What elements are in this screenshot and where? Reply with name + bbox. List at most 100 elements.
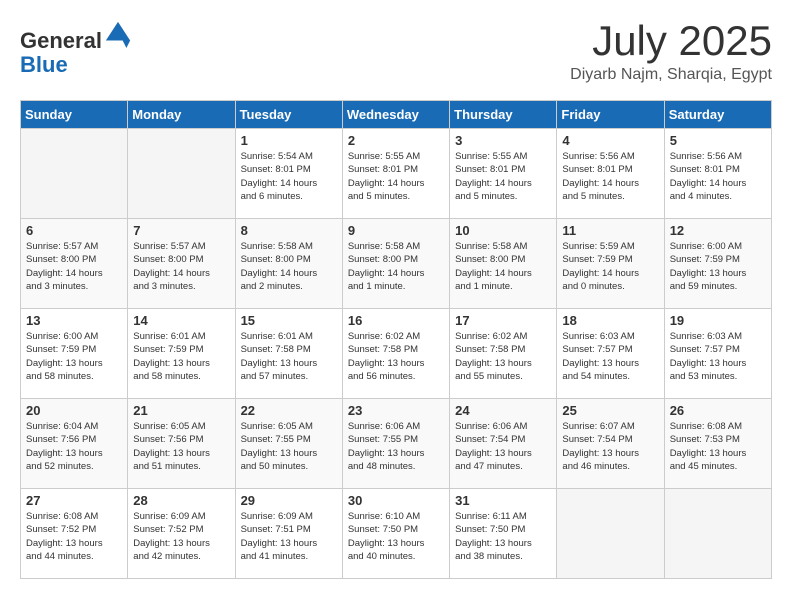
day-info: Sunrise: 6:04 AM Sunset: 7:56 PM Dayligh… (26, 420, 122, 473)
title-block: July 2025 Diyarb Najm, Sharqia, Egypt (570, 20, 772, 84)
weekday-header: Tuesday (235, 101, 342, 129)
day-info: Sunrise: 6:09 AM Sunset: 7:52 PM Dayligh… (133, 510, 229, 563)
day-number: 27 (26, 493, 122, 508)
day-number: 17 (455, 313, 551, 328)
calendar-week-row: 20 Sunrise: 6:04 AM Sunset: 7:56 PM Dayli… (21, 399, 772, 489)
calendar-cell: 7 Sunrise: 5:57 AM Sunset: 8:00 PM Daylig… (128, 219, 235, 309)
day-number: 24 (455, 403, 551, 418)
day-info: Sunrise: 6:09 AM Sunset: 7:51 PM Dayligh… (241, 510, 337, 563)
day-info: Sunrise: 6:08 AM Sunset: 7:53 PM Dayligh… (670, 420, 766, 473)
day-number: 1 (241, 133, 337, 148)
day-info: Sunrise: 5:57 AM Sunset: 8:00 PM Dayligh… (133, 240, 229, 293)
day-number: 29 (241, 493, 337, 508)
day-number: 13 (26, 313, 122, 328)
day-number: 7 (133, 223, 229, 238)
location: Diyarb Najm, Sharqia, Egypt (570, 66, 772, 84)
calendar-cell: 20 Sunrise: 6:04 AM Sunset: 7:56 PM Dayli… (21, 399, 128, 489)
calendar-cell: 21 Sunrise: 6:05 AM Sunset: 7:56 PM Dayli… (128, 399, 235, 489)
calendar-cell: 31 Sunrise: 6:11 AM Sunset: 7:50 PM Dayli… (450, 489, 557, 579)
calendar-cell (557, 489, 664, 579)
calendar-cell: 2Sunrise: 5:55 AM Sunset: 8:01 PM Daylig… (342, 129, 449, 219)
calendar-cell: 13 Sunrise: 6:00 AM Sunset: 7:59 PM Dayli… (21, 309, 128, 399)
calendar-cell: 17 Sunrise: 6:02 AM Sunset: 7:58 PM Dayli… (450, 309, 557, 399)
day-info: Sunrise: 6:06 AM Sunset: 7:55 PM Dayligh… (348, 420, 444, 473)
day-number: 11 (562, 223, 658, 238)
calendar-cell: 15 Sunrise: 6:01 AM Sunset: 7:58 PM Dayli… (235, 309, 342, 399)
day-number: 14 (133, 313, 229, 328)
calendar-cell: 5Sunrise: 5:56 AM Sunset: 8:01 PM Daylig… (664, 129, 771, 219)
day-number: 12 (670, 223, 766, 238)
day-number: 22 (241, 403, 337, 418)
calendar-week-row: 1 Sunrise: 5:54 AM Sunset: 8:01 PM Daylig… (21, 129, 772, 219)
calendar-table: SundayMondayTuesdayWednesdayThursdayFrid… (20, 100, 772, 579)
calendar-week-row: 27 Sunrise: 6:08 AM Sunset: 7:52 PM Dayli… (21, 489, 772, 579)
day-number: 6 (26, 223, 122, 238)
day-number: 21 (133, 403, 229, 418)
day-info: Sunrise: 5:58 AM Sunset: 8:00 PM Dayligh… (348, 240, 444, 293)
weekday-header: Wednesday (342, 101, 449, 129)
day-info: Sunrise: 6:11 AM Sunset: 7:50 PM Dayligh… (455, 510, 551, 563)
calendar-cell (21, 129, 128, 219)
day-info: Sunrise: 6:05 AM Sunset: 7:55 PM Dayligh… (241, 420, 337, 473)
day-info: Sunrise: 5:54 AM Sunset: 8:01 PM Dayligh… (241, 150, 337, 203)
calendar-cell: 12 Sunrise: 6:00 AM Sunset: 7:59 PM Dayli… (664, 219, 771, 309)
logo-icon (104, 20, 132, 48)
logo: General Blue (20, 20, 132, 77)
day-info: Sunrise: 6:06 AM Sunset: 7:54 PM Dayligh… (455, 420, 551, 473)
day-number: 26 (670, 403, 766, 418)
day-info: Sunrise: 5:58 AM Sunset: 8:00 PM Dayligh… (241, 240, 337, 293)
day-info: Sunrise: 6:00 AM Sunset: 7:59 PM Dayligh… (26, 330, 122, 383)
day-info: Sunrise: 5:56 AM Sunset: 8:01 PM Dayligh… (562, 150, 658, 203)
day-number: 20 (26, 403, 122, 418)
weekday-header: Monday (128, 101, 235, 129)
day-number: 4 (562, 133, 658, 148)
logo-blue: Blue (20, 52, 68, 77)
calendar-cell: 28Sunrise: 6:09 AM Sunset: 7:52 PM Dayli… (128, 489, 235, 579)
calendar-cell: 23 Sunrise: 6:06 AM Sunset: 7:55 PM Dayli… (342, 399, 449, 489)
day-info: Sunrise: 6:02 AM Sunset: 7:58 PM Dayligh… (348, 330, 444, 383)
day-number: 10 (455, 223, 551, 238)
day-info: Sunrise: 6:07 AM Sunset: 7:54 PM Dayligh… (562, 420, 658, 473)
day-number: 30 (348, 493, 444, 508)
day-info: Sunrise: 6:08 AM Sunset: 7:52 PM Dayligh… (26, 510, 122, 563)
calendar-header-row: SundayMondayTuesdayWednesdayThursdayFrid… (21, 101, 772, 129)
day-info: Sunrise: 6:05 AM Sunset: 7:56 PM Dayligh… (133, 420, 229, 473)
calendar-cell: 22 Sunrise: 6:05 AM Sunset: 7:55 PM Dayli… (235, 399, 342, 489)
calendar-week-row: 13 Sunrise: 6:00 AM Sunset: 7:59 PM Dayli… (21, 309, 772, 399)
calendar-cell: 1 Sunrise: 5:54 AM Sunset: 8:01 PM Daylig… (235, 129, 342, 219)
calendar-cell (664, 489, 771, 579)
day-number: 2 (348, 133, 444, 148)
page-header: General Blue July 2025 Diyarb Najm, Shar… (20, 20, 772, 84)
weekday-header: Sunday (21, 101, 128, 129)
day-info: Sunrise: 6:01 AM Sunset: 7:58 PM Dayligh… (241, 330, 337, 383)
calendar-cell: 24 Sunrise: 6:06 AM Sunset: 7:54 PM Dayli… (450, 399, 557, 489)
calendar-cell: 19 Sunrise: 6:03 AM Sunset: 7:57 PM Dayli… (664, 309, 771, 399)
calendar-cell: 8 Sunrise: 5:58 AM Sunset: 8:00 PM Daylig… (235, 219, 342, 309)
day-info: Sunrise: 6:03 AM Sunset: 7:57 PM Dayligh… (670, 330, 766, 383)
day-info: Sunrise: 5:59 AM Sunset: 7:59 PM Dayligh… (562, 240, 658, 293)
day-number: 15 (241, 313, 337, 328)
day-number: 31 (455, 493, 551, 508)
day-info: Sunrise: 6:00 AM Sunset: 7:59 PM Dayligh… (670, 240, 766, 293)
calendar-cell: 26 Sunrise: 6:08 AM Sunset: 7:53 PM Dayli… (664, 399, 771, 489)
day-number: 16 (348, 313, 444, 328)
calendar-cell: 27 Sunrise: 6:08 AM Sunset: 7:52 PM Dayli… (21, 489, 128, 579)
weekday-header: Thursday (450, 101, 557, 129)
day-info: Sunrise: 6:03 AM Sunset: 7:57 PM Dayligh… (562, 330, 658, 383)
day-number: 5 (670, 133, 766, 148)
day-number: 23 (348, 403, 444, 418)
calendar-cell: 18Sunrise: 6:03 AM Sunset: 7:57 PM Dayli… (557, 309, 664, 399)
calendar-cell: 16 Sunrise: 6:02 AM Sunset: 7:58 PM Dayli… (342, 309, 449, 399)
calendar-cell: 9 Sunrise: 5:58 AM Sunset: 8:00 PM Daylig… (342, 219, 449, 309)
day-number: 19 (670, 313, 766, 328)
calendar-week-row: 6 Sunrise: 5:57 AM Sunset: 8:00 PM Daylig… (21, 219, 772, 309)
day-number: 9 (348, 223, 444, 238)
day-info: Sunrise: 6:02 AM Sunset: 7:58 PM Dayligh… (455, 330, 551, 383)
calendar-cell: 10Sunrise: 5:58 AM Sunset: 8:00 PM Dayli… (450, 219, 557, 309)
calendar-cell (128, 129, 235, 219)
day-info: Sunrise: 5:55 AM Sunset: 8:01 PM Dayligh… (455, 150, 551, 203)
calendar-cell: 11 Sunrise: 5:59 AM Sunset: 7:59 PM Dayli… (557, 219, 664, 309)
day-info: Sunrise: 6:10 AM Sunset: 7:50 PM Dayligh… (348, 510, 444, 563)
calendar-cell: 6Sunrise: 5:57 AM Sunset: 8:00 PM Daylig… (21, 219, 128, 309)
day-number: 8 (241, 223, 337, 238)
